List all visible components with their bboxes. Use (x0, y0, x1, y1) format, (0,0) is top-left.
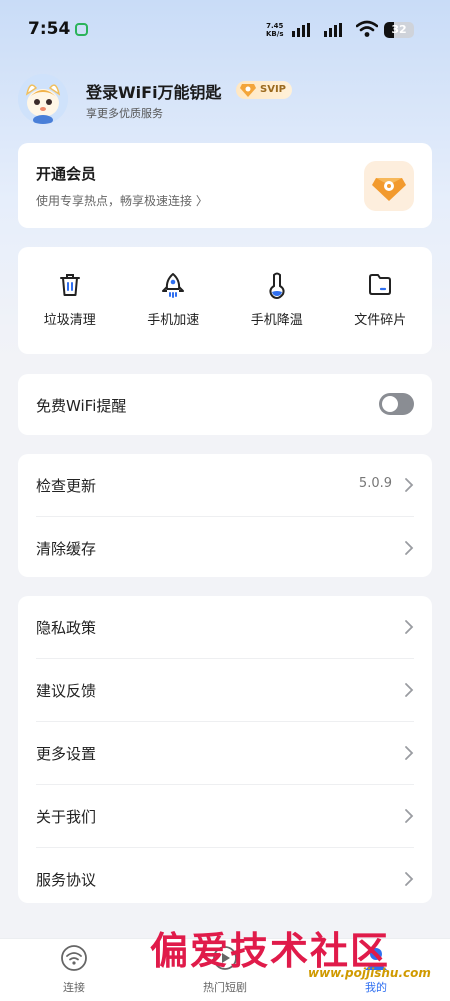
check-update-row[interactable]: 检查更新 5.0.9 (36, 454, 414, 517)
network-speed: 7.45 KB/s (266, 22, 284, 38)
mascot-avatar-icon (18, 74, 68, 124)
clear-cache-row[interactable]: 清除缓存 (36, 517, 414, 579)
wifi-status-icon (356, 20, 378, 37)
settings-group-2: 隐私政策 建议反馈 更多设置 关于我们 服务协议 (18, 596, 432, 903)
chevron-right-icon (405, 809, 414, 823)
row-label: 服务协议 (36, 871, 97, 889)
signal-icon-2 (324, 23, 342, 37)
profile-subtitle: 享更多优质服务 (86, 107, 163, 120)
row-label: 检查更新 (36, 477, 97, 495)
wifi-icon (61, 945, 87, 971)
row-label: 更多设置 (36, 745, 97, 763)
folder-icon (369, 274, 392, 295)
chevron-right-icon (405, 478, 414, 492)
service-agreement-row[interactable]: 服务协议 (36, 848, 414, 910)
status-bar: 7:54 7.45 KB/s 32 (0, 0, 450, 60)
tool-label: 文件碎片 (354, 313, 407, 328)
row-label: 建议反馈 (36, 682, 97, 700)
tool-trash-clean[interactable]: 垃圾清理 (18, 247, 122, 354)
login-title[interactable]: 登录WiFi万能钥匙 (86, 79, 222, 103)
wifi-reminder-label: 免费WiFi提醒 (36, 397, 127, 415)
diamond-icon (372, 178, 406, 201)
vip-diamond-badge (364, 161, 414, 211)
vip-title: 开通会员 (36, 165, 97, 183)
watermark-url: www.pojjishu.com (308, 966, 431, 980)
wifi-reminder-toggle[interactable] (379, 393, 414, 415)
trash-icon (59, 274, 80, 296)
tools-card: 垃圾清理 手机加速 手机降温 文件碎片 (18, 247, 432, 354)
row-label: 隐私政策 (36, 619, 97, 637)
diamond-icon (240, 84, 256, 97)
tool-file-fragments[interactable]: 文件碎片 (329, 247, 433, 354)
tool-label: 手机降温 (250, 313, 303, 328)
vip-card[interactable]: 开通会员 使用专享热点，畅享极速连接 〉 (18, 143, 432, 228)
toggle-knob (382, 396, 398, 412)
tool-label: 垃圾清理 (43, 313, 96, 328)
thermometer-icon (269, 272, 285, 299)
settings-group-1: 检查更新 5.0.9 清除缓存 (18, 454, 432, 577)
signal-icon (292, 23, 310, 37)
chevron-right-icon (405, 541, 414, 555)
svip-badge: SVIP (236, 81, 292, 99)
chevron-right-icon (405, 872, 414, 886)
version-value: 5.0.9 (358, 476, 392, 491)
row-label: 关于我们 (36, 808, 97, 826)
avatar[interactable] (18, 74, 68, 124)
profile-header[interactable]: 登录WiFi万能钥匙 SVIP 享更多优质服务 (18, 74, 432, 126)
more-settings-row[interactable]: 更多设置 (36, 722, 414, 785)
wifi-reminder-card: 免费WiFi提醒 (18, 374, 432, 435)
tab-label: 连接 (63, 981, 85, 994)
tool-phone-speedup[interactable]: 手机加速 (122, 247, 226, 354)
tab-label: 我的 (365, 981, 387, 994)
status-time: 7:54 (28, 19, 71, 39)
rocket-icon (162, 273, 185, 298)
chevron-right-icon (405, 683, 414, 697)
row-label: 清除缓存 (36, 540, 97, 558)
chevron-right-icon (405, 620, 414, 634)
tab-connect[interactable]: 连接 (24, 945, 124, 995)
app-notification-icon (75, 23, 88, 36)
battery-icon: 32 (384, 22, 414, 38)
vip-subtitle: 使用专享热点，畅享极速连接 〉 (36, 194, 208, 208)
tab-label: 热门短剧 (203, 981, 247, 994)
about-us-row[interactable]: 关于我们 (36, 785, 414, 848)
privacy-policy-row[interactable]: 隐私政策 (36, 596, 414, 659)
tool-phone-cooling[interactable]: 手机降温 (225, 247, 329, 354)
feedback-row[interactable]: 建议反馈 (36, 659, 414, 722)
tool-label: 手机加速 (147, 313, 200, 328)
chevron-right-icon (405, 746, 414, 760)
